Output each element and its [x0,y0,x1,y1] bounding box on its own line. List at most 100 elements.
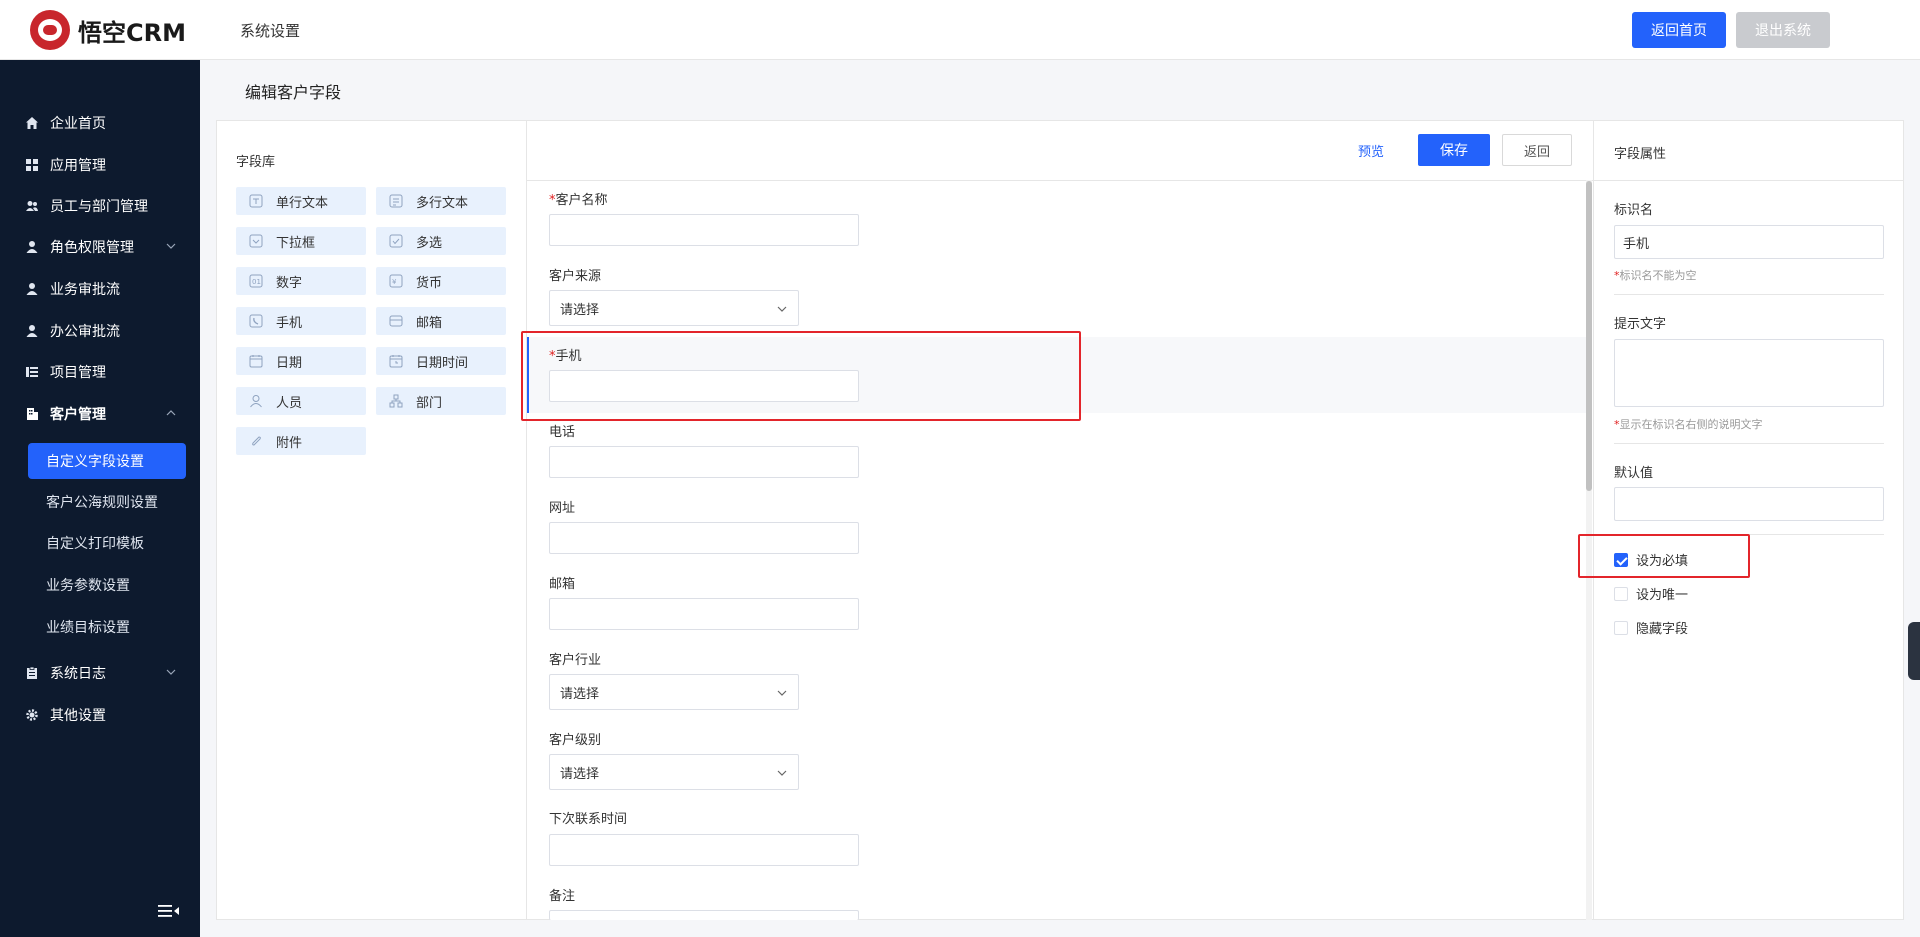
person-icon [248,393,264,409]
website-input[interactable] [549,522,859,554]
currency-field-icon: ¥ [388,273,404,289]
sidebar: 企业首页 应用管理 员工与部门管理 角色权限管理 业务审批流 办公审批流 项目管… [0,60,200,937]
number-field-icon: 01 [248,273,264,289]
page-title: 编辑客户字段 [245,83,342,102]
field-type-datetime[interactable]: 日期时间 [376,347,506,375]
sidebar-subitem-targets[interactable]: 业绩目标设置 [46,617,130,637]
gear-icon [24,707,40,723]
email-field-icon [388,313,404,329]
field-type-currency[interactable]: ¥ 货币 [376,267,506,295]
customer-name-input[interactable] [549,214,859,246]
logo[interactable]: 悟空CRM [30,9,186,51]
return-home-button[interactable]: 返回首页 [1632,12,1726,48]
home-icon [24,115,40,131]
sidebar-item-label: 员工与部门管理 [50,199,148,215]
field-type-date[interactable]: 日期 [236,347,366,375]
field-type-department[interactable]: 部门 [376,387,506,415]
field-label-email: 邮箱 [549,577,576,592]
text-field-icon [248,193,264,209]
paperclip-icon [248,433,264,449]
field-type-email[interactable]: 邮箱 [376,307,506,335]
sidebar-item-staff[interactable]: 员工与部门管理 [0,186,200,226]
remark-input[interactable] [549,910,859,920]
sidebar-subitem-custom-fields[interactable]: 自定义字段设置 [28,443,186,479]
field-type-person[interactable]: 人员 [236,387,366,415]
properties-divider-2 [1614,443,1884,444]
field-label-next-contact: 下次联系时间 [549,812,628,827]
industry-select[interactable]: 请选择 [549,674,799,710]
grid-icon [24,157,40,173]
sidebar-subitem-business-params[interactable]: 业务参数设置 [46,575,130,595]
sidebar-item-system-log[interactable]: 系统日志 [0,653,200,693]
form-scrollbar-thumb[interactable] [1586,181,1592,491]
logout-button[interactable]: 退出系统 [1736,12,1830,48]
sidebar-item-other-settings[interactable]: 其他设置 [0,695,200,735]
logo-text: 悟空CRM [78,18,186,47]
unique-checkbox-label[interactable]: 设为唯一 [1636,584,1688,603]
sidebar-item-office-approval[interactable]: 办公审批流 [0,311,200,351]
sidebar-item-apps[interactable]: 应用管理 [0,145,200,185]
field-type-single-line[interactable]: 单行文本 [236,187,366,215]
hidden-checkbox-label[interactable]: 隐藏字段 [1636,618,1688,637]
svg-text:¥: ¥ [392,278,397,286]
checkbox-field-icon [388,233,404,249]
field-label-phone: 电话 [549,425,576,440]
next-contact-input[interactable] [549,834,859,866]
field-type-dropdown[interactable]: 下拉框 [236,227,366,255]
header-title: 系统设置 [240,22,301,40]
sidebar-item-roles[interactable]: 角色权限管理 [0,227,200,267]
field-library-title: 字段库 [236,155,276,170]
field-type-label: 多选 [416,235,443,251]
field-label-customer-source: 客户来源 [549,269,602,284]
email-input[interactable] [549,598,859,630]
field-type-attachment[interactable]: 附件 [236,427,366,455]
placeholder-textarea[interactable] [1614,339,1884,407]
chevron-down-icon [166,669,176,675]
back-button[interactable]: 返回 [1502,134,1572,166]
field-type-multi-select[interactable]: 多选 [376,227,506,255]
field-type-label: 手机 [276,315,303,331]
user-icon [24,281,40,297]
sidebar-item-label: 角色权限管理 [50,240,134,256]
placeholder-title: 提示文字 [1614,317,1667,332]
phone-field-icon [248,313,264,329]
chevron-up-icon [166,410,176,416]
sidebar-subitem-pool-rules[interactable]: 客户公海规则设置 [46,492,158,512]
properties-divider [1593,120,1594,920]
sidebar-item-projects[interactable]: 项目管理 [0,352,200,392]
user-icon [24,323,40,339]
sidebar-item-customers[interactable]: 客户管理 [0,394,200,434]
customer-source-select[interactable]: 请选择 [549,290,799,326]
sidebar-item-business-approval[interactable]: 业务审批流 [0,269,200,309]
field-label-level: 客户级别 [549,733,602,748]
properties-header-divider [1594,180,1903,181]
label-name-title: 标识名 [1614,203,1654,218]
collapse-menu-icon[interactable] [158,903,180,919]
unique-checkbox[interactable] [1614,587,1628,601]
level-select[interactable]: 请选择 [549,754,799,790]
field-type-label: 人员 [276,395,303,411]
field-type-mobile[interactable]: 手机 [236,307,366,335]
field-type-label: 下拉框 [276,235,316,251]
org-chart-icon [388,393,404,409]
field-type-label: 数字 [276,275,303,291]
annotation-highlight-mobile-field [521,331,1081,421]
field-label-remark: 备注 [549,889,576,904]
label-name-input[interactable]: 手机 [1614,225,1884,259]
annotation-highlight-required-option [1578,534,1750,578]
sidebar-item-home[interactable]: 企业首页 [0,103,200,143]
sidebar-subitem-print-template[interactable]: 自定义打印模板 [46,533,144,553]
monkey-logo-icon [30,10,70,50]
select-value: 请选择 [560,302,600,318]
field-label-industry: 客户行业 [549,653,602,668]
side-floating-widget[interactable] [1908,622,1920,680]
default-value-input[interactable] [1614,487,1884,521]
list-icon [24,364,40,380]
phone-input[interactable] [549,446,859,478]
preview-link[interactable]: 预览 [1358,141,1384,160]
save-button[interactable]: 保存 [1418,134,1490,166]
field-type-multi-line[interactable]: 多行文本 [376,187,506,215]
field-type-number[interactable]: 01 数字 [236,267,366,295]
hidden-checkbox[interactable] [1614,621,1628,635]
library-divider [526,120,527,920]
